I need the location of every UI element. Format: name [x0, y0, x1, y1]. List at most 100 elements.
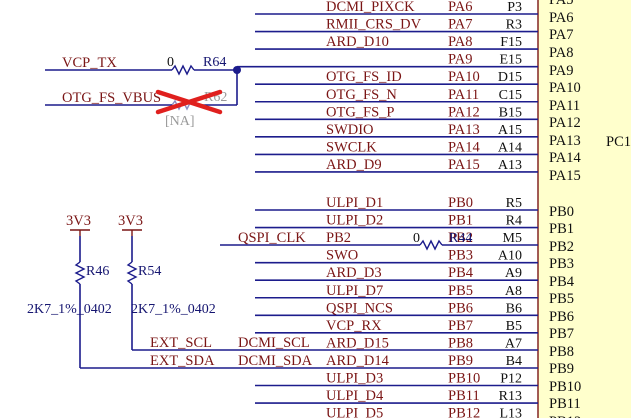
r54-ref: R54 — [138, 264, 161, 279]
r64-resistor — [171, 64, 195, 76]
r64-value: 0 — [167, 55, 174, 70]
pa-ball-number: E15 — [499, 53, 522, 68]
mcu-pin-label: PB1 — [549, 221, 574, 237]
pa-port-label: PA14 — [448, 139, 480, 155]
pb-port-label: PB3 — [448, 248, 473, 264]
pa-net-label: OTG_FS_N — [326, 87, 397, 103]
r46-resistor — [74, 261, 86, 285]
mcu-pin-label: PB6 — [549, 309, 574, 325]
qspi-clk-circuit: QSPI_CLK PB2 0 R44 — [220, 230, 538, 251]
mcu-pin-label: PA8 — [549, 45, 573, 61]
pb-port-label: PB7 — [448, 318, 473, 334]
pb-net-label: ULPI_D3 — [326, 371, 383, 387]
mcu-pin-label: PA12 — [549, 115, 581, 131]
pa-ball-number: F15 — [500, 35, 522, 50]
pa-port-label: PA15 — [448, 157, 480, 173]
mcu-pin-label: PA6 — [549, 10, 573, 26]
r44-value: 0 — [413, 231, 420, 246]
pb-net-label: ULPI_D1 — [326, 195, 383, 211]
pa-ball-number: D15 — [498, 70, 522, 85]
ext-sda-label: EXT_SDA — [150, 353, 215, 369]
mcu-pin-label: PA13 — [549, 133, 581, 149]
r54-resistor — [126, 261, 138, 285]
pb-net-label: QSPI_NCS — [326, 300, 393, 316]
mcu-pin-label: PA14 — [549, 150, 581, 166]
pa-net-label: ARD_D10 — [326, 34, 389, 50]
pb-ball-number: A9 — [505, 266, 522, 281]
pa-ball-number: B15 — [499, 105, 522, 120]
pa-net-label: ARD_D9 — [326, 157, 382, 173]
pb-port-label: PB10 — [448, 371, 480, 387]
r64-ref: R64 — [203, 55, 226, 70]
pa-net-label: SWDIO — [326, 122, 374, 138]
mcu-pin-label: PA5 — [549, 0, 573, 8]
pa-ball-number: A13 — [498, 158, 522, 173]
mcu-pin-label: PB4 — [549, 274, 575, 290]
pa-ball-number: A14 — [498, 140, 522, 155]
pa-net-label: DCMI_PIXCK — [326, 0, 415, 15]
mcu-ref-label: PC1 — [606, 134, 631, 150]
r44-ref: R44 — [449, 231, 472, 246]
mcu-pin-label: PB9 — [549, 361, 574, 377]
mcu-pin-label: PB12 — [549, 414, 581, 418]
pb-net-label: ULPI_D5 — [326, 406, 383, 418]
dcmi-scl-label: DCMI_SCL — [238, 335, 310, 351]
mcu-pin-label: PB3 — [549, 256, 574, 272]
pb-net-label: ARD_D14 — [326, 353, 390, 369]
pb-net-label: ULPI_D2 — [326, 213, 383, 229]
pb-ball-number: R4 — [506, 214, 522, 229]
pb-port-label: PB5 — [448, 283, 473, 299]
pb-net-label: ARD_D3 — [326, 265, 382, 281]
mcu-pin-label: PB7 — [549, 326, 574, 342]
pb-ball-number: B5 — [506, 319, 522, 334]
mcu-pin-label: PA15 — [549, 168, 581, 184]
pa-port-label: PA6 — [448, 0, 472, 15]
pb-port-label: PB6 — [448, 300, 473, 316]
pb-port-label: PB12 — [448, 406, 480, 418]
pb-ball-number: M5 — [503, 231, 522, 246]
mcu-pin-label: PB2 — [549, 239, 574, 255]
otg-fs-vbus-label: OTG_FS_VBUS — [62, 90, 161, 106]
port-a-rows: DCMI_PIXCK PA6 P3 RMII_CRS_DV PA7 R3 ARD_D10 PA… — [237, 0, 538, 173]
pb-ball-number: P12 — [500, 372, 522, 387]
pa-port-label: PA8 — [448, 34, 472, 50]
pa-port-label: PA11 — [448, 87, 479, 103]
pb-ball-number: B6 — [506, 301, 522, 316]
pb-port-label: PB9 — [448, 353, 473, 369]
pb-port-label: PB8 — [448, 335, 473, 351]
pa-ball-number: C15 — [499, 88, 522, 103]
mcu-pin-label: PB0 — [549, 204, 574, 220]
mcu-pin-label: PB8 — [549, 344, 574, 360]
otg-vbus-circuit: OTG_FS_VBUS R62 [NA] — [45, 89, 227, 129]
pb-net-label: ARD_D15 — [326, 335, 389, 351]
pb-net-label: ULPI_D7 — [326, 283, 383, 299]
pa-ball-number: R3 — [506, 18, 522, 33]
r46-value: 2K7_1%_0402 — [27, 302, 112, 317]
pb-ball-number: R5 — [506, 196, 522, 211]
mcu-pin-label: PB10 — [549, 379, 581, 395]
r54-rail-label: 3V3 — [118, 213, 143, 229]
pb-ball-number: A8 — [505, 284, 522, 299]
qspi-clk-port: PB2 — [326, 230, 351, 246]
qspi-clk-label: QSPI_CLK — [238, 230, 306, 246]
pb-ball-number: R13 — [499, 389, 522, 404]
pa-port-label: PA12 — [448, 104, 480, 120]
pb-port-label: PB0 — [448, 195, 473, 211]
pa-port-label: PA10 — [448, 69, 480, 85]
pa-net-label: SWCLK — [326, 139, 377, 155]
pa-port-label: PA9 — [448, 52, 472, 68]
pa-port-label: PA13 — [448, 122, 480, 138]
pb-ball-number: B4 — [506, 354, 522, 369]
pa-ball-number: A15 — [498, 123, 522, 138]
pb-net-label: SWO — [326, 248, 358, 264]
schematic: PC1 PA5PA6PA7PA8PA9PA10PA11PA12PA13PA14P… — [27, 0, 631, 418]
ext-scl-label: EXT_SCL — [150, 335, 212, 351]
mcu-pin-label: PA9 — [549, 63, 573, 79]
pb-ball-number: L13 — [499, 407, 522, 418]
r62-not-assembled: [NA] — [165, 114, 195, 129]
mcu-pin-label: PA7 — [549, 27, 573, 43]
r46-ref: R46 — [86, 264, 109, 279]
pb-ball-number: A10 — [498, 249, 522, 264]
r54-value: 2K7_1%_0402 — [131, 302, 216, 317]
mcu-pin-label: PA11 — [549, 98, 580, 114]
